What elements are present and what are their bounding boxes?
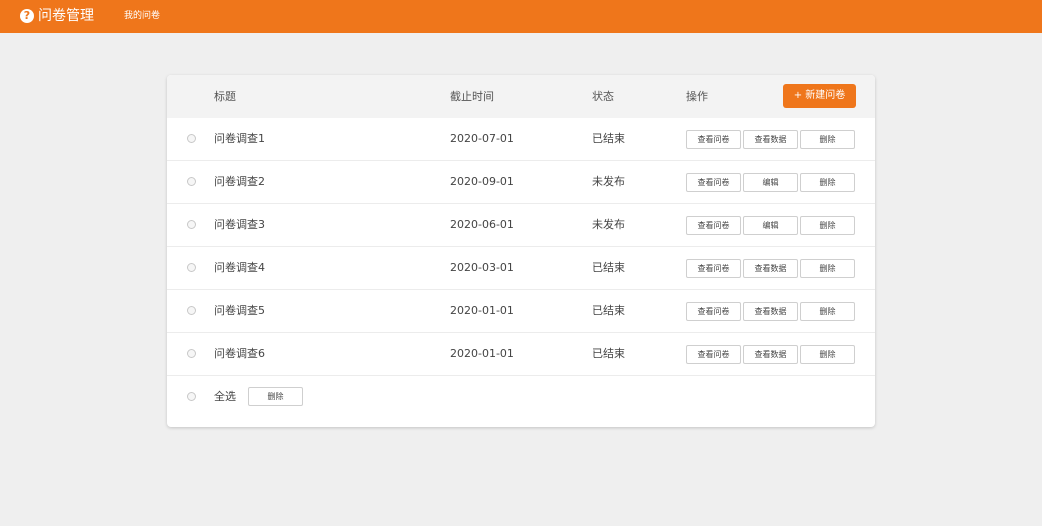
header-title: 标题 — [214, 90, 236, 103]
bulk-delete-button[interactable]: 删除 — [248, 387, 303, 406]
row-status: 已结束 — [592, 261, 625, 274]
row-select-radio[interactable] — [187, 306, 196, 315]
view-survey-button[interactable]: 查看问卷 — [686, 216, 741, 235]
table-row: 问卷调查2 2020-09-01 未发布 查看问卷 编辑 删除 — [167, 161, 875, 204]
row-select-radio[interactable] — [187, 263, 196, 272]
row-select-radio[interactable] — [187, 177, 196, 186]
table-header: 标题 截止时间 状态 操作 + 新建问卷 — [167, 75, 875, 118]
table-row: 问卷调查4 2020-03-01 已结束 查看问卷 查看数据 删除 — [167, 247, 875, 290]
header-actions: 操作 — [686, 90, 708, 103]
row-deadline: 2020-01-01 — [450, 304, 514, 317]
edit-button[interactable]: 编辑 — [743, 216, 798, 235]
table-row: 问卷调查6 2020-01-01 已结束 查看问卷 查看数据 删除 — [167, 333, 875, 376]
row-status: 已结束 — [592, 347, 625, 360]
app-title: 问卷管理 — [38, 8, 94, 24]
row-deadline: 2020-03-01 — [450, 261, 514, 274]
row-deadline: 2020-09-01 — [450, 175, 514, 188]
view-survey-button[interactable]: 查看问卷 — [686, 345, 741, 364]
row-title: 问卷调查6 — [214, 347, 265, 360]
brand[interactable]: ? 问卷管理 — [20, 7, 94, 25]
delete-button[interactable]: 删除 — [800, 345, 855, 364]
row-status: 未发布 — [592, 175, 625, 188]
delete-button[interactable]: 删除 — [800, 216, 855, 235]
new-survey-button[interactable]: + 新建问卷 — [783, 84, 856, 108]
table-row: 问卷调查5 2020-01-01 已结束 查看问卷 查看数据 删除 — [167, 290, 875, 333]
view-data-button[interactable]: 查看数据 — [743, 130, 798, 149]
delete-button[interactable]: 删除 — [800, 173, 855, 192]
delete-button[interactable]: 删除 — [800, 259, 855, 278]
row-select-radio[interactable] — [187, 134, 196, 143]
table-row: 问卷调查1 2020-07-01 已结束 查看问卷 查看数据 删除 — [167, 118, 875, 161]
row-select-radio[interactable] — [187, 220, 196, 229]
question-circle-icon: ? — [20, 9, 34, 23]
top-bar: ? 问卷管理 我的问卷 — [0, 0, 1042, 33]
view-survey-button[interactable]: 查看问卷 — [686, 130, 741, 149]
view-data-button[interactable]: 查看数据 — [743, 345, 798, 364]
row-deadline: 2020-01-01 — [450, 347, 514, 360]
row-title: 问卷调查1 — [214, 132, 265, 145]
row-title: 问卷调查5 — [214, 304, 265, 317]
header-status: 状态 — [592, 90, 614, 103]
row-title: 问卷调查2 — [214, 175, 265, 188]
view-survey-button[interactable]: 查看问卷 — [686, 259, 741, 278]
nav-my-surveys[interactable]: 我的问卷 — [124, 10, 160, 22]
row-deadline: 2020-06-01 — [450, 218, 514, 231]
select-all-radio[interactable] — [187, 392, 196, 401]
view-data-button[interactable]: 查看数据 — [743, 259, 798, 278]
row-status: 已结束 — [592, 132, 625, 145]
row-status: 已结束 — [592, 304, 625, 317]
view-data-button[interactable]: 查看数据 — [743, 302, 798, 321]
table-row: 问卷调查3 2020-06-01 未发布 查看问卷 编辑 删除 — [167, 204, 875, 247]
row-status: 未发布 — [592, 218, 625, 231]
delete-button[interactable]: 删除 — [800, 130, 855, 149]
select-all-label: 全选 — [214, 390, 236, 403]
view-survey-button[interactable]: 查看问卷 — [686, 173, 741, 192]
delete-button[interactable]: 删除 — [800, 302, 855, 321]
table-footer: 全选 删除 — [167, 376, 875, 419]
row-title: 问卷调查4 — [214, 261, 265, 274]
view-survey-button[interactable]: 查看问卷 — [686, 302, 741, 321]
row-deadline: 2020-07-01 — [450, 132, 514, 145]
header-deadline: 截止时间 — [450, 90, 494, 103]
row-select-radio[interactable] — [187, 349, 196, 358]
edit-button[interactable]: 编辑 — [743, 173, 798, 192]
survey-table-card: 标题 截止时间 状态 操作 + 新建问卷 问卷调查1 2020-07-01 已结… — [167, 75, 875, 427]
row-title: 问卷调查3 — [214, 218, 265, 231]
